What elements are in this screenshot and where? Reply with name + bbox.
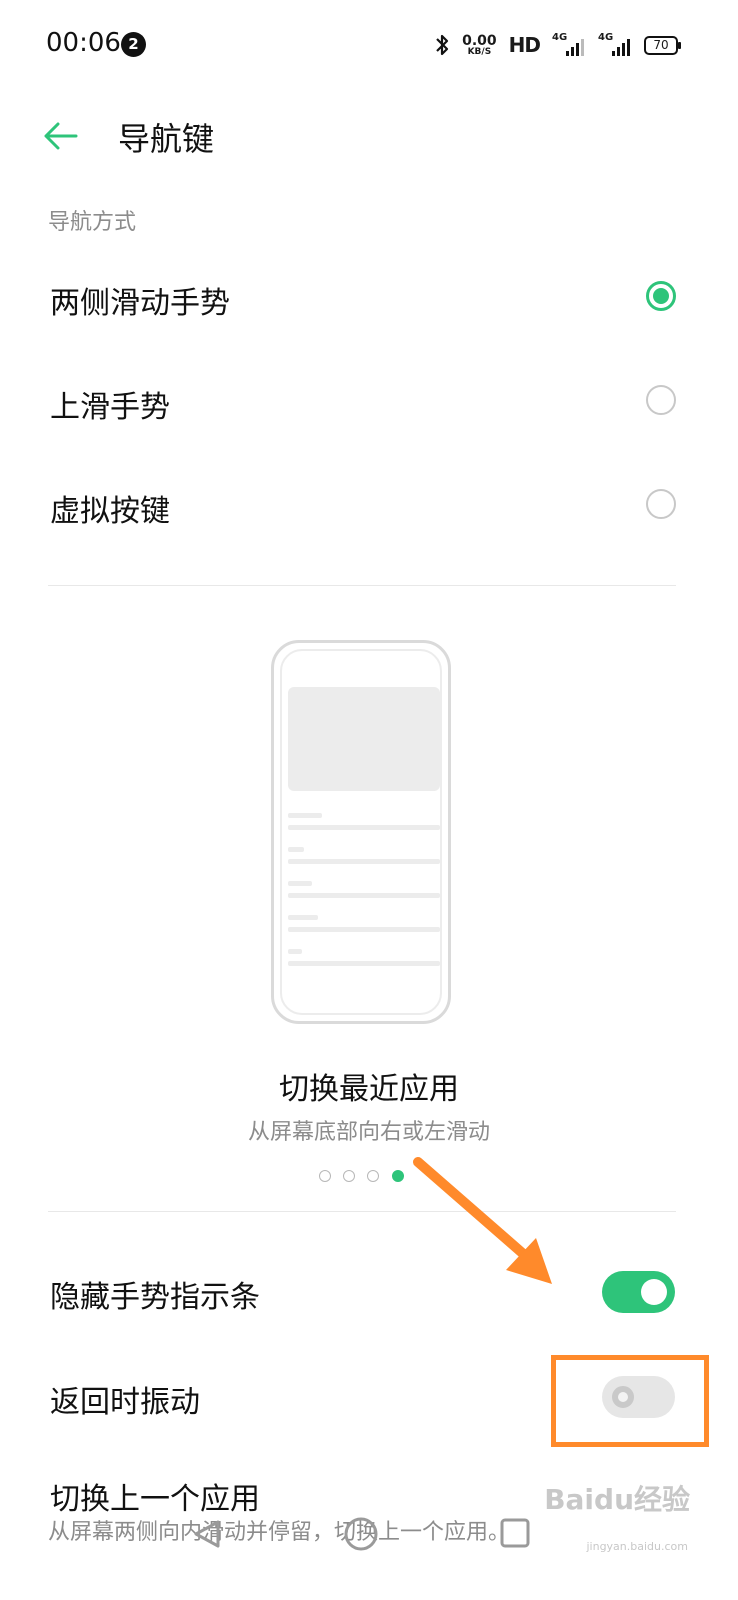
guide-title: 切换最近应用 xyxy=(279,1072,459,1107)
network-speed-unit: KB/S xyxy=(467,46,492,57)
page-indicator-dot[interactable] xyxy=(319,1170,331,1182)
annotation-highlight-box xyxy=(551,1355,709,1447)
back-button[interactable] xyxy=(40,116,84,156)
phone-illustration xyxy=(271,640,451,1024)
status-time: 00:06 xyxy=(46,28,121,58)
bluetooth-icon xyxy=(436,34,449,56)
option-label: 两侧滑动手势 xyxy=(50,286,230,321)
option-label: 上滑手势 xyxy=(50,390,170,425)
nav-back-icon xyxy=(194,1520,220,1548)
watermark-logo: Baidu经验 xyxy=(544,1483,690,1516)
divider xyxy=(48,585,676,586)
annotation-arrow-icon xyxy=(413,1157,552,1284)
option-label: 虚拟按键 xyxy=(50,494,170,529)
page-indicator-dot[interactable] xyxy=(343,1170,355,1182)
vibrate-on-back-label: 返回时振动 xyxy=(50,1385,200,1420)
status-icons: 0.00 KB/S HD 4G 4G 70 xyxy=(434,28,681,62)
guide-subtitle: 从屏幕底部向右或左滑动 xyxy=(247,1120,490,1145)
network-speed-value: 0.00 xyxy=(462,32,497,49)
page-title: 导航键 xyxy=(118,120,215,158)
signal-label: 4G xyxy=(598,32,614,43)
page-indicator-dot[interactable] xyxy=(367,1170,379,1182)
radio-button[interactable] xyxy=(646,385,676,415)
hd-voice-indicator: HD xyxy=(508,33,541,57)
back-arrow-icon xyxy=(44,122,78,150)
signal-label: 4G xyxy=(552,32,568,43)
signal-icon: 4G xyxy=(552,32,586,58)
divider xyxy=(48,1211,676,1212)
notification-badge: 2 xyxy=(121,32,146,57)
battery-icon: 70 xyxy=(644,35,681,55)
hide-gesture-bar-toggle[interactable] xyxy=(602,1271,675,1313)
option-swipe-up[interactable]: 上滑手势 xyxy=(0,348,738,452)
option-virtual-keys[interactable]: 虚拟按键 xyxy=(0,452,738,556)
section-title: 导航方式 xyxy=(48,210,137,235)
hide-gesture-bar-label: 隐藏手势指示条 xyxy=(50,1280,260,1315)
radio-button[interactable] xyxy=(646,281,676,311)
signal-icon: 4G xyxy=(598,32,632,58)
radio-button[interactable] xyxy=(646,489,676,519)
option-gesture-both-sides[interactable]: 两侧滑动手势 xyxy=(0,244,738,348)
nav-home-icon xyxy=(344,1517,378,1551)
network-speed: 0.00 KB/S xyxy=(462,34,497,57)
watermark-url: jingyan.baidu.com xyxy=(586,1540,688,1553)
nav-recent-icon xyxy=(500,1518,530,1548)
